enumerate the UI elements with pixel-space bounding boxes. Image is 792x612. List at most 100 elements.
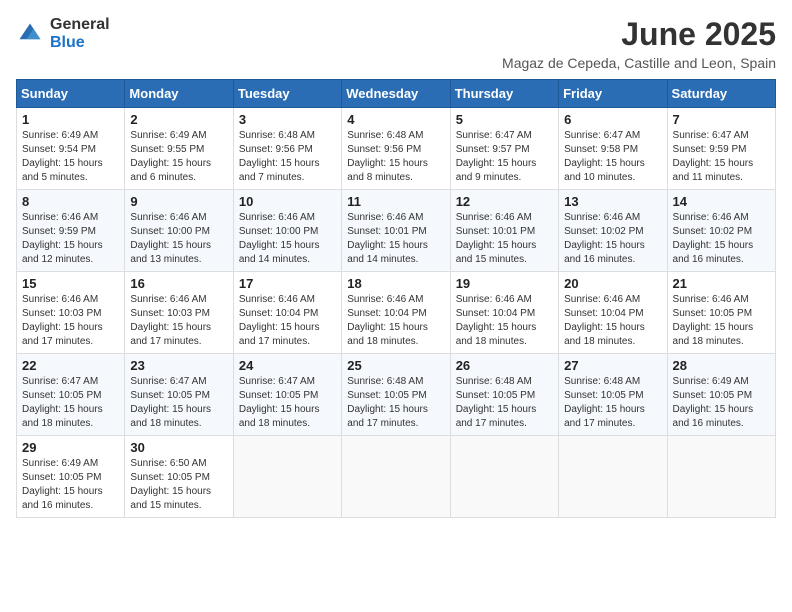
day-info: Sunrise: 6:49 AM Sunset: 10:05 PM Daylig…: [22, 457, 119, 513]
page-header: General Blue June 2025 Magaz de Cepeda, …: [16, 16, 776, 71]
table-row: 7Sunrise: 6:47 AM Sunset: 9:59 PM Daylig…: [667, 108, 775, 190]
header-sunday: Sunday: [17, 80, 125, 108]
day-number: 23: [130, 358, 227, 373]
day-number: 17: [239, 276, 336, 291]
table-row: 13Sunrise: 6:46 AM Sunset: 10:02 PM Dayl…: [559, 190, 667, 272]
table-row: [233, 436, 341, 518]
day-number: 19: [456, 276, 553, 291]
table-row: 23 Sunrise: 6:47 AM Sunset: 10:05 PM Dayl…: [125, 354, 233, 436]
day-info: Sunrise: 6:46 AM Sunset: 10:00 PM Daylig…: [130, 211, 227, 267]
day-info: Sunrise: 6:46 AM Sunset: 10:01 PM Daylig…: [456, 211, 553, 267]
table-row: 28 Sunrise: 6:49 AM Sunset: 10:05 PM Dayl…: [667, 354, 775, 436]
day-info: Sunrise: 6:46 AM Sunset: 10:02 PM Daylig…: [673, 211, 770, 267]
table-row: 26 Sunrise: 6:48 AM Sunset: 10:05 PM Dayl…: [450, 354, 558, 436]
header-tuesday: Tuesday: [233, 80, 341, 108]
day-info: Sunrise: 6:46 AM Sunset: 10:02 PM Daylig…: [564, 211, 661, 267]
logo: General Blue: [16, 16, 110, 51]
day-number: 2: [130, 112, 227, 127]
table-row: 30 Sunrise: 6:50 AM Sunset: 10:05 PM Dayl…: [125, 436, 233, 518]
day-info: Sunrise: 6:47 AM Sunset: 9:57 PM Dayligh…: [456, 129, 553, 185]
table-row: 12 Sunrise: 6:46 AM Sunset: 10:01 PM Dayl…: [450, 190, 558, 272]
day-number: 21: [673, 276, 770, 291]
day-number: 1: [22, 112, 119, 127]
day-number: 20: [564, 276, 661, 291]
day-number: 6: [564, 112, 661, 127]
day-info: Sunrise: 6:46 AM Sunset: 10:01 PM Daylig…: [347, 211, 444, 267]
table-row: 17Sunrise: 6:46 AM Sunset: 10:04 PM Dayl…: [233, 272, 341, 354]
table-row: [559, 436, 667, 518]
day-info: Sunrise: 6:47 AM Sunset: 10:05 PM Daylig…: [239, 375, 336, 431]
day-info: Sunrise: 6:49 AM Sunset: 9:55 PM Dayligh…: [130, 129, 227, 185]
logo-blue-text: Blue: [50, 34, 110, 52]
table-row: 16Sunrise: 6:46 AM Sunset: 10:03 PM Dayl…: [125, 272, 233, 354]
day-info: Sunrise: 6:46 AM Sunset: 9:59 PM Dayligh…: [22, 211, 119, 267]
day-number: 27: [564, 358, 661, 373]
logo-text: General Blue: [50, 16, 110, 51]
table-row: [667, 436, 775, 518]
table-row: [450, 436, 558, 518]
day-number: 29: [22, 440, 119, 455]
table-row: 18 Sunrise: 6:46 AM Sunset: 10:04 PM Dayl…: [342, 272, 450, 354]
day-info: Sunrise: 6:46 AM Sunset: 10:05 PM Daylig…: [673, 293, 770, 349]
day-number: 12: [456, 194, 553, 209]
day-number: 22: [22, 358, 119, 373]
day-info: Sunrise: 6:46 AM Sunset: 10:03 PM Daylig…: [130, 293, 227, 349]
day-number: 5: [456, 112, 553, 127]
location-title: Magaz de Cepeda, Castille and Leon, Spai…: [502, 55, 776, 71]
table-row: 5 Sunrise: 6:47 AM Sunset: 9:57 PM Daylig…: [450, 108, 558, 190]
header-monday: Monday: [125, 80, 233, 108]
day-info: Sunrise: 6:48 AM Sunset: 9:56 PM Dayligh…: [347, 129, 444, 185]
table-row: 24 Sunrise: 6:47 AM Sunset: 10:05 PM Dayl…: [233, 354, 341, 436]
table-row: 1 Sunrise: 6:49 AM Sunset: 9:54 PM Daylig…: [17, 108, 125, 190]
table-row: 27 Sunrise: 6:48 AM Sunset: 10:05 PM Dayl…: [559, 354, 667, 436]
table-row: 2 Sunrise: 6:49 AM Sunset: 9:55 PM Daylig…: [125, 108, 233, 190]
day-info: Sunrise: 6:50 AM Sunset: 10:05 PM Daylig…: [130, 457, 227, 513]
day-number: 25: [347, 358, 444, 373]
day-info: Sunrise: 6:46 AM Sunset: 10:04 PM Daylig…: [456, 293, 553, 349]
title-block: June 2025 Magaz de Cepeda, Castille and …: [502, 16, 776, 71]
day-number: 30: [130, 440, 227, 455]
day-info: Sunrise: 6:48 AM Sunset: 10:05 PM Daylig…: [564, 375, 661, 431]
header-saturday: Saturday: [667, 80, 775, 108]
day-info: Sunrise: 6:48 AM Sunset: 10:05 PM Daylig…: [456, 375, 553, 431]
day-info: Sunrise: 6:46 AM Sunset: 10:00 PM Daylig…: [239, 211, 336, 267]
table-row: 9 Sunrise: 6:46 AM Sunset: 10:00 PM Dayli…: [125, 190, 233, 272]
table-row: [342, 436, 450, 518]
day-info: Sunrise: 6:48 AM Sunset: 9:56 PM Dayligh…: [239, 129, 336, 185]
day-number: 3: [239, 112, 336, 127]
header-thursday: Thursday: [450, 80, 558, 108]
logo-icon: [16, 20, 44, 48]
table-row: 22 Sunrise: 6:47 AM Sunset: 10:05 PM Dayl…: [17, 354, 125, 436]
table-row: 11Sunrise: 6:46 AM Sunset: 10:01 PM Dayl…: [342, 190, 450, 272]
table-row: 3 Sunrise: 6:48 AM Sunset: 9:56 PM Daylig…: [233, 108, 341, 190]
month-title: June 2025: [502, 16, 776, 53]
day-number: 18: [347, 276, 444, 291]
table-row: 6 Sunrise: 6:47 AM Sunset: 9:58 PM Daylig…: [559, 108, 667, 190]
day-info: Sunrise: 6:47 AM Sunset: 10:05 PM Daylig…: [130, 375, 227, 431]
day-number: 9: [130, 194, 227, 209]
day-info: Sunrise: 6:49 AM Sunset: 10:05 PM Daylig…: [673, 375, 770, 431]
header-friday: Friday: [559, 80, 667, 108]
table-row: 19 Sunrise: 6:46 AM Sunset: 10:04 PM Dayl…: [450, 272, 558, 354]
day-info: Sunrise: 6:49 AM Sunset: 9:54 PM Dayligh…: [22, 129, 119, 185]
table-row: 15 Sunrise: 6:46 AM Sunset: 10:03 PM Dayl…: [17, 272, 125, 354]
day-number: 26: [456, 358, 553, 373]
day-info: Sunrise: 6:46 AM Sunset: 10:04 PM Daylig…: [564, 293, 661, 349]
table-row: 14 Sunrise: 6:46 AM Sunset: 10:02 PM Dayl…: [667, 190, 775, 272]
day-number: 28: [673, 358, 770, 373]
day-number: 8: [22, 194, 119, 209]
table-row: 29 Sunrise: 6:49 AM Sunset: 10:05 PM Dayl…: [17, 436, 125, 518]
day-number: 24: [239, 358, 336, 373]
day-number: 15: [22, 276, 119, 291]
day-number: 14: [673, 194, 770, 209]
calendar-table: Sunday Monday Tuesday Wednesday Thursday…: [16, 79, 776, 518]
day-info: Sunrise: 6:46 AM Sunset: 10:04 PM Daylig…: [347, 293, 444, 349]
logo-general-text: General: [50, 16, 110, 34]
day-number: 4: [347, 112, 444, 127]
table-row: 8 Sunrise: 6:46 AM Sunset: 9:59 PM Daylig…: [17, 190, 125, 272]
day-info: Sunrise: 6:47 AM Sunset: 9:58 PM Dayligh…: [564, 129, 661, 185]
calendar-header-row: Sunday Monday Tuesday Wednesday Thursday…: [17, 80, 776, 108]
table-row: 20 Sunrise: 6:46 AM Sunset: 10:04 PM Dayl…: [559, 272, 667, 354]
day-info: Sunrise: 6:47 AM Sunset: 10:05 PM Daylig…: [22, 375, 119, 431]
day-info: Sunrise: 6:46 AM Sunset: 10:03 PM Daylig…: [22, 293, 119, 349]
